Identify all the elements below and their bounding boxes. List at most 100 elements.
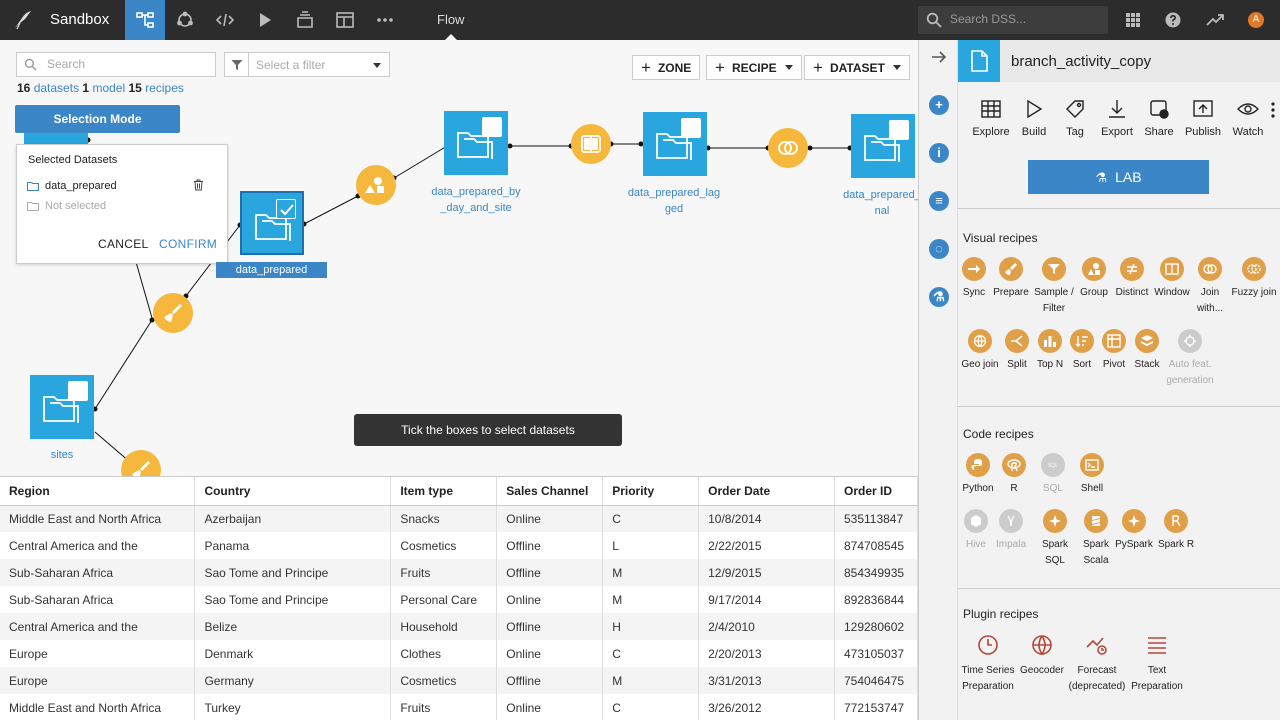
plugin-forecast[interactable]: Forecast (deprecated)	[1065, 633, 1129, 695]
dataset-checkbox[interactable]	[889, 120, 909, 140]
lab-nav-icon[interactable]	[165, 0, 205, 40]
code-nav-icon[interactable]	[205, 0, 245, 40]
explore-action[interactable]: Explore	[971, 98, 1011, 138]
recipes-link[interactable]: recipes	[145, 81, 184, 95]
code-recipes-title: Code recipes	[963, 427, 1034, 441]
recipe-split-label: Split	[1007, 359, 1027, 370]
global-search-input[interactable]	[950, 12, 1100, 26]
table-cell: Cosmetics	[390, 532, 498, 559]
dataset-checkbox[interactable]	[681, 118, 701, 138]
user-avatar[interactable]: A	[1248, 12, 1264, 28]
shapes-icon	[1088, 263, 1100, 275]
dataset-node-final[interactable]	[851, 114, 915, 178]
more-dots-icon[interactable]	[365, 0, 405, 40]
column-header[interactable]: Country	[194, 477, 392, 506]
column-header[interactable]: Priority	[602, 477, 700, 506]
datasets-link[interactable]: datasets	[34, 81, 79, 95]
more-vertical-icon[interactable]	[1270, 102, 1276, 118]
project-name[interactable]: Sandbox	[50, 11, 109, 28]
lab-flask-icon[interactable]: ⚗	[929, 287, 949, 307]
dataset-node-sites[interactable]	[30, 375, 94, 439]
discussion-icon[interactable]: ◌	[929, 239, 949, 259]
column-header[interactable]: Order ID	[834, 477, 918, 506]
recipe-prepare[interactable]: Prepare	[989, 257, 1033, 301]
dataiku-bird-logo[interactable]	[12, 9, 34, 31]
funnel-icon	[1048, 264, 1060, 274]
plugin-text-label-1: Text	[1147, 665, 1167, 676]
filter-select[interactable]: Select a filter	[249, 52, 390, 77]
flow-search-input[interactable]	[47, 57, 207, 71]
wiki-stack-icon[interactable]	[285, 0, 325, 40]
dataset-checkbox[interactable]	[68, 381, 88, 401]
add-zone-button[interactable]: + ZONE	[632, 55, 701, 80]
recipe-prepare-label: Prepare	[993, 287, 1029, 298]
flow-search[interactable]	[16, 52, 216, 77]
join-recipe-node[interactable]	[768, 128, 808, 168]
global-search[interactable]	[918, 6, 1108, 34]
cancel-button[interactable]: CANCEL	[98, 237, 148, 251]
publish-action[interactable]: Publish	[1183, 98, 1223, 138]
confirm-button[interactable]: CONFIRM	[159, 237, 217, 251]
activity-trend-icon[interactable]	[1195, 0, 1235, 40]
datasets-count: 16	[17, 81, 31, 95]
column-header[interactable]: Sales Channel	[496, 477, 604, 506]
dataset-checkbox[interactable]	[276, 199, 296, 219]
group-recipe-node[interactable]	[356, 165, 396, 205]
table-cell: C	[602, 640, 700, 667]
table-cell: Panama	[194, 532, 392, 559]
dataset-node-data-prepared[interactable]	[240, 191, 304, 255]
build-action[interactable]: Build	[1014, 98, 1054, 138]
info-icon[interactable]: i	[929, 143, 949, 163]
export-action[interactable]: Export	[1097, 98, 1137, 138]
plugin-recipes-title: Plugin recipes	[963, 607, 1039, 621]
window-recipe-node[interactable]	[571, 124, 611, 164]
dashboard-nav-icon[interactable]	[325, 0, 365, 40]
recipe-fuzzy-join[interactable]: Fuzzy join	[1230, 257, 1278, 301]
dataset-checkbox[interactable]	[482, 117, 502, 137]
plus-icon: +	[813, 58, 823, 77]
dataset-label-final[interactable]: data_prepared_ nal	[832, 187, 918, 219]
recipe-distinct[interactable]: Distinct	[1110, 257, 1154, 301]
plus-circle-icon[interactable]: +	[929, 95, 949, 115]
column-header[interactable]: Region	[0, 477, 196, 506]
share-action[interactable]: Share	[1139, 98, 1179, 138]
apps-grid-icon[interactable]	[1113, 0, 1153, 40]
watch-action[interactable]: Watch	[1228, 98, 1268, 138]
recipe-spark-sql[interactable]: Spark SQL	[1032, 509, 1078, 569]
recipe-r[interactable]: R	[992, 453, 1036, 497]
dataset-label-lagged[interactable]: data_prepared_lag ged	[612, 185, 736, 217]
models-link[interactable]: model	[92, 81, 125, 95]
recipe-shell[interactable]: Shell	[1070, 453, 1114, 497]
dataset-label-sites[interactable]: sites	[22, 447, 102, 463]
dataset-label-data-prepared[interactable]: data_prepared	[216, 262, 327, 278]
add-dataset-button[interactable]: + DATASET	[804, 55, 910, 80]
recipe-sample-filter[interactable]: Sample / Filter	[1032, 257, 1076, 317]
arrow-right-icon[interactable]	[931, 50, 947, 64]
recipe-spark-r[interactable]: Spark R	[1154, 509, 1198, 553]
filter-funnel-button[interactable]	[224, 52, 249, 77]
not-selected-item: Not selected	[27, 200, 106, 212]
trash-icon[interactable]	[193, 179, 204, 191]
dataset-node-lagged[interactable]	[643, 112, 707, 176]
column-header[interactable]: Item type	[390, 477, 498, 506]
flow-nav-icon[interactable]	[125, 0, 165, 40]
dataset-node-by-day-and-site[interactable]	[444, 111, 508, 175]
recipe-fuzzy-label: Fuzzy join	[1231, 287, 1277, 298]
tag-action[interactable]: Tag	[1055, 98, 1095, 138]
right-details-panel: branch_activity_copy Explore Build Tag E…	[958, 40, 1280, 720]
lab-button[interactable]: ⚗ LAB	[1028, 160, 1209, 194]
plugin-text-preparation[interactable]: Text Preparation	[1125, 633, 1189, 695]
add-recipe-button[interactable]: + RECIPE	[706, 55, 802, 80]
recipe-pyspark[interactable]: PySpark	[1112, 509, 1156, 553]
recipe-join[interactable]: Join with...	[1188, 257, 1232, 317]
list-icon[interactable]: ≡	[929, 191, 949, 211]
flow-canvas[interactable]: Select a filter 16 datasets 1 model 15 r…	[0, 40, 918, 476]
visual-recipes-title: Visual recipes	[963, 231, 1038, 245]
table-cell: Personal Care	[390, 586, 498, 613]
dataset-label-by-day-and-site[interactable]: data_prepared_by _day_and_site	[414, 184, 538, 216]
column-header[interactable]: Order Date	[698, 477, 835, 506]
prepare-recipe-node[interactable]	[153, 293, 193, 333]
help-icon[interactable]	[1153, 0, 1193, 40]
jobs-play-icon[interactable]	[245, 0, 285, 40]
table-cell: Central America and the	[0, 532, 196, 559]
